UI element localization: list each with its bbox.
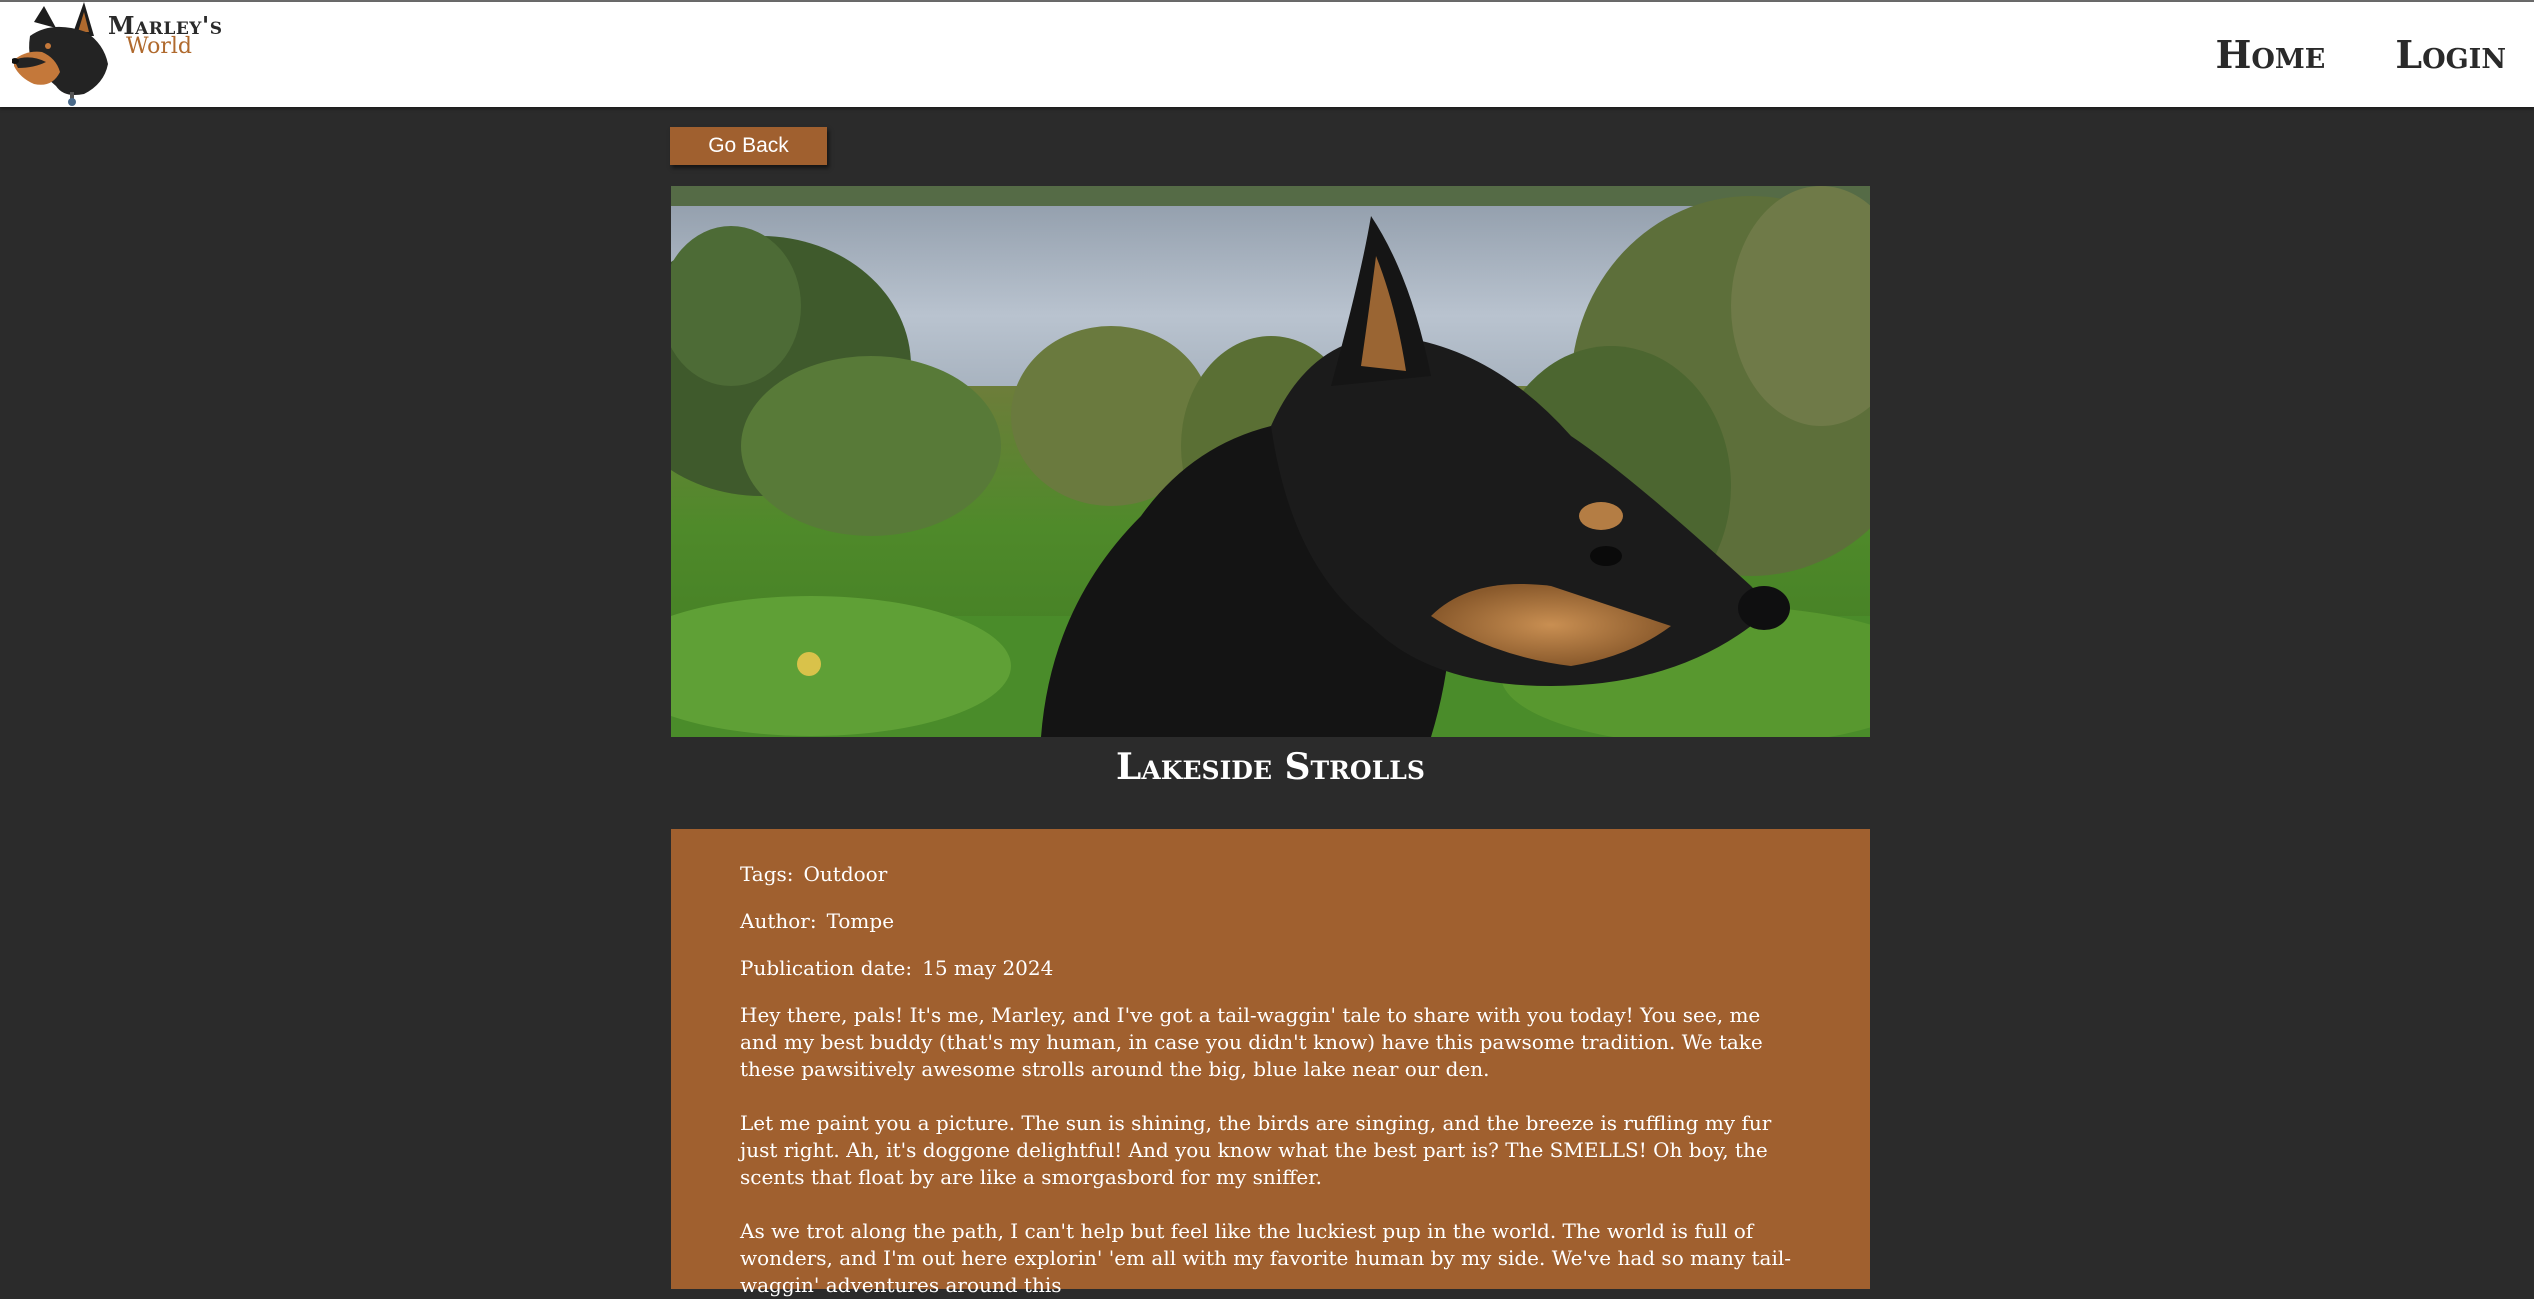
nav-login-link[interactable]: Login xyxy=(2395,32,2506,77)
main-nav: Home Login xyxy=(2216,32,2507,77)
nav-home-link[interactable]: Home xyxy=(2216,32,2326,77)
post-paragraph: Let me paint you a picture. The sun is s… xyxy=(740,1111,1772,1189)
go-back-button[interactable]: Go Back xyxy=(670,127,827,165)
post-title: Lakeside Strolls xyxy=(1116,746,1425,788)
author-label: Author: xyxy=(740,909,817,933)
author-value: Tompe xyxy=(826,909,895,933)
post-author: Author: Tompe xyxy=(740,908,1802,934)
date-value: 15 may 2024 xyxy=(922,956,1054,980)
logo-text: Marley's World xyxy=(108,14,223,58)
post-paragraph: Hey there, pals! It's me, Marley, and I'… xyxy=(740,1003,1763,1081)
site-header: Marley's World Home Login xyxy=(0,2,2534,107)
site-logo[interactable]: Marley's World xyxy=(11,2,222,107)
post-tags: Tags: Outdoor xyxy=(740,861,1802,887)
date-label: Publication date: xyxy=(740,956,913,980)
post-paragraph: As we trot along the path, I can't help … xyxy=(740,1219,1792,1297)
tags-label: Tags: xyxy=(740,862,794,886)
post-hero-image xyxy=(671,186,1870,737)
post-content-card: Tags: Outdoor Author: Tompe Publication da… xyxy=(671,829,1870,1297)
post-date: Publication date: 15 may 2024 xyxy=(740,955,1802,981)
dog-by-lake-image xyxy=(671,186,1870,737)
tags-value: Outdoor xyxy=(803,862,888,886)
dog-logo-icon xyxy=(11,2,108,106)
